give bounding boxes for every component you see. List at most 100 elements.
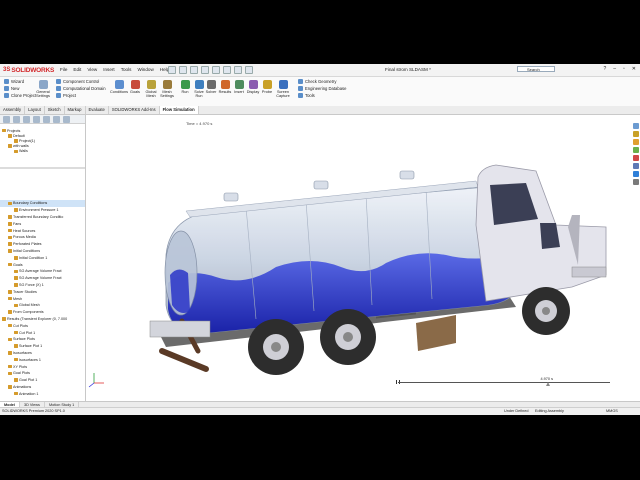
help-icon[interactable]: ? — [603, 66, 606, 72]
screen-capture-button[interactable]: Screen Capture — [276, 80, 290, 98]
tree-item[interactable]: Initial Conditions — [0, 248, 85, 255]
general-settings-button[interactable]: General Settings — [36, 80, 50, 98]
new-icon — [4, 86, 9, 91]
tab-addins[interactable]: SOLIDWORKS Add-Ins — [109, 106, 160, 114]
tree-item[interactable]: Walls — [0, 149, 85, 154]
tree-item[interactable]: Isosurfaces 1 — [0, 356, 85, 363]
panel-splitter[interactable] — [0, 167, 85, 169]
status-units[interactable]: MMGS — [606, 409, 618, 413]
display-manager-icon[interactable] — [43, 116, 50, 123]
tree-item[interactable]: SG Average Volume Fract — [0, 268, 85, 275]
tree-item[interactable]: Animation 1 — [0, 390, 85, 397]
minimize-icon[interactable]: – — [613, 66, 616, 72]
conditions-button[interactable]: Conditions — [110, 80, 128, 94]
tree-item[interactable]: Surface Plots — [0, 336, 85, 343]
tab-layout[interactable]: Layout — [25, 106, 45, 114]
flow-analysis-icon[interactable] — [53, 116, 60, 123]
resources-icon[interactable] — [632, 123, 639, 129]
tree-item[interactable]: Global Mesh — [0, 302, 85, 309]
tab-assembly[interactable]: Assembly — [0, 106, 26, 114]
config-manager-icon[interactable] — [23, 116, 30, 123]
save-icon[interactable] — [190, 66, 198, 74]
menu-edit[interactable]: Edit — [73, 67, 81, 72]
tree-item[interactable]: XY Plots — [0, 363, 85, 370]
tree-item[interactable]: Animations — [0, 384, 85, 391]
close-icon[interactable]: ✕ — [632, 66, 636, 72]
menu-tools[interactable]: Tools — [121, 67, 132, 72]
new-doc-icon[interactable] — [168, 66, 176, 74]
tree-item[interactable]: Initial Condition 1 — [0, 254, 85, 261]
solidworks-forum-icon[interactable] — [632, 179, 639, 185]
mesh-settings-button[interactable]: Mesh Settings — [160, 80, 174, 98]
run-button[interactable]: Run — [178, 80, 192, 94]
menu-view[interactable]: View — [87, 67, 97, 72]
feature-manager-icon[interactable] — [3, 116, 10, 123]
animation-timeline[interactable] — [398, 382, 610, 383]
tree-item[interactable]: Results (Transient Explorer (0, 7.000 — [0, 316, 85, 323]
graphics-area[interactable]: Time = 4.970 s 4.970 s — [86, 115, 631, 405]
tree-item[interactable]: Perforated Plates — [0, 241, 85, 248]
tab-flow-simulation[interactable]: Flow Simulation — [159, 106, 199, 114]
tab-markup[interactable]: Markup — [65, 106, 86, 114]
tree-item[interactable]: Goals — [0, 261, 85, 268]
custom-properties-icon[interactable] — [632, 163, 639, 169]
computational-domain-button[interactable]: Computational Domain — [56, 86, 106, 91]
dim-xpert-icon[interactable] — [33, 116, 40, 123]
wizard-button[interactable]: Wizard — [4, 79, 36, 84]
menu-window[interactable]: Window — [137, 67, 153, 72]
solidworks-logo[interactable]: 3S SOLIDWORKS — [3, 66, 54, 74]
project-button[interactable]: Project — [56, 93, 106, 98]
design-library-icon[interactable] — [632, 131, 639, 137]
timeline-thumb[interactable] — [546, 382, 551, 386]
tools-button[interactable]: Tools — [298, 93, 346, 98]
view-palette-icon[interactable] — [632, 147, 639, 153]
tree-item[interactable]: Mesh — [0, 295, 85, 302]
tree-item[interactable]: Environment Pressure 1 — [0, 207, 85, 214]
tree-item[interactable]: Cut Plot 1 — [0, 329, 85, 336]
menu-file[interactable]: File — [60, 67, 67, 72]
truck-model[interactable] — [86, 115, 631, 405]
search-input[interactable]: Search — [517, 66, 555, 72]
file-explorer-icon[interactable] — [632, 139, 639, 145]
tree-item[interactable]: Boundary Conditions — [0, 200, 85, 207]
undo-icon[interactable] — [212, 66, 220, 74]
tree-item[interactable]: Isosurfaces — [0, 350, 85, 357]
tree-item[interactable]: Heat Sources — [0, 227, 85, 234]
engineering-database-button[interactable]: Engineering Database — [298, 86, 346, 91]
menu-insert[interactable]: Insert — [103, 67, 115, 72]
results-button[interactable]: Results — [218, 80, 232, 94]
probe-button[interactable]: Probe — [260, 80, 274, 94]
next-panel-icon[interactable] — [63, 116, 70, 123]
restore-icon[interactable]: ▫ — [623, 66, 625, 72]
select-icon[interactable] — [223, 66, 231, 74]
tree-item[interactable]: Surface Plot 1 — [0, 343, 85, 350]
clone-project-button[interactable]: Clone Project — [4, 93, 36, 98]
flow-simulation-pane-icon[interactable] — [632, 171, 639, 177]
component-control-button[interactable]: Component Control — [56, 79, 106, 84]
tree-item[interactable]: SG Average Volume Fract — [0, 275, 85, 282]
tree-item[interactable]: From Components — [0, 309, 85, 316]
options-icon[interactable] — [245, 66, 253, 74]
appearances-icon[interactable] — [632, 155, 639, 161]
insert-button[interactable]: Insert — [232, 80, 246, 94]
check-geometry-button[interactable]: Check Geometry — [298, 79, 346, 84]
solver-button[interactable]: Solver — [204, 80, 218, 94]
print-icon[interactable] — [201, 66, 209, 74]
tree-item[interactable]: Goal Plots — [0, 370, 85, 377]
property-manager-icon[interactable] — [13, 116, 20, 123]
tab-evaluate[interactable]: Evaluate — [86, 106, 109, 114]
rebuild-icon[interactable] — [234, 66, 242, 74]
tree-item[interactable]: Goal Plot 1 — [0, 377, 85, 384]
goals-button[interactable]: Goals — [128, 80, 142, 94]
tree-item[interactable]: Porous Media — [0, 234, 85, 241]
global-mesh-button[interactable]: Global Mesh — [144, 80, 158, 98]
tree-item[interactable]: Cut Plots — [0, 322, 85, 329]
open-icon[interactable] — [179, 66, 187, 74]
tab-sketch[interactable]: Sketch — [45, 106, 65, 114]
tree-item[interactable]: Fans — [0, 220, 85, 227]
new-button[interactable]: New — [4, 86, 36, 91]
tree-item[interactable]: Transferred Boundary Conditio — [0, 214, 85, 221]
tree-item[interactable]: SG Force (X) 1 — [0, 282, 85, 289]
tree-item[interactable]: Tracer Studies — [0, 288, 85, 295]
display-button[interactable]: Display — [246, 80, 260, 94]
